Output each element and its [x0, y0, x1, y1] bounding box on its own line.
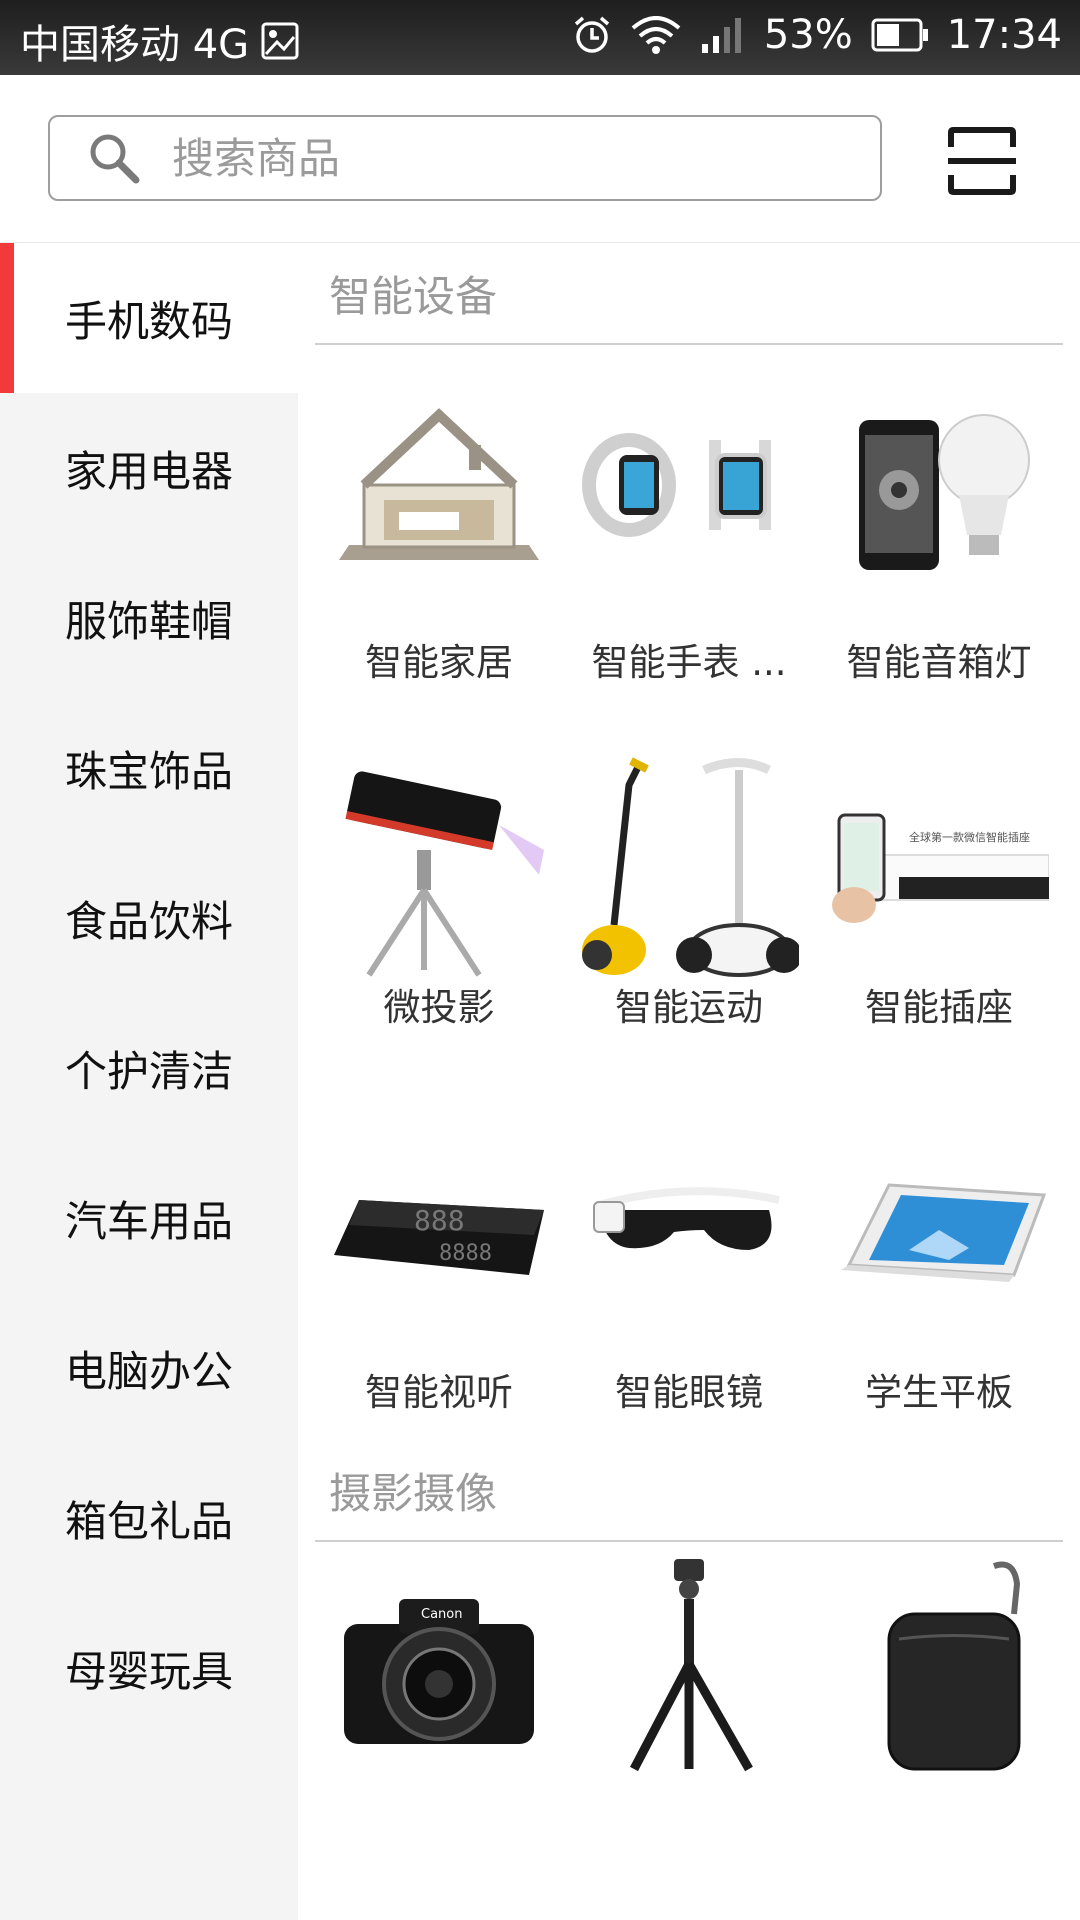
- sidebar-item-label: 汽车用品: [64, 1196, 233, 1246]
- signal-icon: [701, 18, 741, 53]
- wifi-icon: [631, 16, 681, 54]
- sidebar-item-apparel[interactable]: 服饰鞋帽: [0, 543, 298, 693]
- search-icon: [90, 134, 140, 184]
- sidebar-item-label: 个护清洁: [64, 1046, 233, 1096]
- product-label: 智能视听: [365, 1371, 513, 1414]
- scan-icon[interactable]: [948, 127, 1016, 195]
- sidebar-item-home-appliances[interactable]: 家用电器: [0, 393, 298, 543]
- section-title-smart-devices: 智能设备: [315, 243, 1063, 345]
- smart-home-image: [339, 408, 539, 560]
- balance-scooter-image: [582, 757, 802, 977]
- product-tripod[interactable]: [564, 1554, 814, 1774]
- category-content: 智能设备 智能家居 智能手表 ... 智能音箱灯 微投影 智能运动 全球第一款微…: [298, 243, 1080, 1920]
- product-camera-case[interactable]: [814, 1554, 1064, 1774]
- sidebar-item-label: 家用电器: [64, 446, 233, 496]
- sidebar-item-computer-office[interactable]: 电脑办公: [0, 1293, 298, 1443]
- svg-text:888: 888: [414, 1204, 465, 1237]
- product-hud-display[interactable]: 888 8888 智能视听: [314, 1120, 564, 1416]
- svg-text:8888: 8888: [439, 1241, 492, 1266]
- alarm-icon: [574, 16, 609, 53]
- product-label: 学生平板: [865, 1371, 1013, 1414]
- socket-banner-text: 全球第一款微信智能插座: [909, 830, 1030, 844]
- product-label: 微投影: [383, 986, 495, 1029]
- speaker-bulb-image: [859, 414, 1030, 570]
- dslr-camera-image: Canon: [344, 1599, 534, 1744]
- battery-icon: [871, 18, 928, 52]
- product-label: 智能插座: [865, 986, 1013, 1029]
- smart-devices-grid: 智能家居 智能手表 ... 智能音箱灯 微投影 智能运动 全球第一款微信智能插座…: [298, 345, 1080, 1440]
- hud-display-image: 888 8888: [334, 1200, 544, 1275]
- section-title-photography: 摄影摄像: [315, 1440, 1063, 1542]
- product-speaker-bulb[interactable]: 智能音箱灯: [814, 390, 1064, 686]
- sidebar-item-label: 母婴玩具: [64, 1646, 233, 1696]
- status-bar: 中国移动 4G 53% 17:34: [0, 0, 1080, 75]
- search-box[interactable]: [48, 115, 882, 201]
- product-label: 智能运动: [615, 986, 763, 1029]
- product-balance-scooter[interactable]: 智能运动: [564, 755, 814, 1031]
- sidebar-item-personal-care[interactable]: 个护清洁: [0, 993, 298, 1143]
- product-mini-projector[interactable]: 微投影: [314, 755, 564, 1031]
- sidebar-item-label: 电脑办公: [64, 1346, 233, 1396]
- product-label: 智能音箱灯: [846, 641, 1032, 684]
- sidebar-item-baby-toys[interactable]: 母婴玩具: [0, 1593, 298, 1743]
- product-student-tablet[interactable]: 学生平板: [814, 1120, 1064, 1416]
- product-dslr-camera[interactable]: Canon: [314, 1554, 564, 1774]
- image-icon: [261, 22, 299, 60]
- sidebar-item-label: 珠宝饰品: [64, 746, 233, 796]
- student-tablet-image: [841, 1183, 1047, 1282]
- sidebar-item-label: 箱包礼品: [64, 1496, 233, 1546]
- product-label: 智能眼镜: [615, 1371, 763, 1414]
- smart-socket-image: 全球第一款微信智能插座: [832, 813, 1050, 923]
- smart-watch-image: [582, 433, 771, 537]
- clock-time: 17:34: [946, 12, 1062, 58]
- product-label: 智能家居: [365, 641, 513, 684]
- product-smart-watch[interactable]: 智能手表 ...: [564, 390, 814, 686]
- sidebar-item-label: 服饰鞋帽: [64, 596, 233, 646]
- search-header: [0, 75, 1080, 244]
- smart-glasses-image: [593, 1187, 780, 1250]
- search-input[interactable]: [170, 132, 814, 184]
- sidebar-item-jewelry[interactable]: 珠宝饰品: [0, 693, 298, 843]
- category-sidebar: 手机数码 家用电器 服饰鞋帽 珠宝饰品 食品饮料 个护清洁 汽车用品 电脑办公 …: [0, 243, 298, 1920]
- product-smart-glasses[interactable]: 智能眼镜: [564, 1120, 814, 1416]
- sidebar-item-label: 食品饮料: [64, 896, 233, 946]
- camera-brand-text: Canon: [421, 1607, 462, 1622]
- sidebar-item-auto[interactable]: 汽车用品: [0, 1143, 298, 1293]
- product-smart-home[interactable]: 智能家居: [314, 390, 564, 686]
- tripod-image: [630, 1559, 753, 1772]
- battery-percent: 53%: [763, 12, 853, 58]
- photography-grid: Canon: [298, 1542, 1080, 1802]
- carrier-label: 中国移动 4G: [20, 22, 250, 68]
- product-smart-socket[interactable]: 全球第一款微信智能插座 智能插座: [814, 755, 1064, 1031]
- mini-projector-image: [345, 771, 544, 977]
- sidebar-item-food-drinks[interactable]: 食品饮料: [0, 843, 298, 993]
- sidebar-item-phones-digital[interactable]: 手机数码: [0, 243, 298, 393]
- product-label: 智能手表 ...: [591, 641, 787, 684]
- sidebar-item-bags-gifts[interactable]: 箱包礼品: [0, 1443, 298, 1593]
- camera-case-image: [887, 1561, 1021, 1771]
- sidebar-item-label: 手机数码: [64, 296, 233, 346]
